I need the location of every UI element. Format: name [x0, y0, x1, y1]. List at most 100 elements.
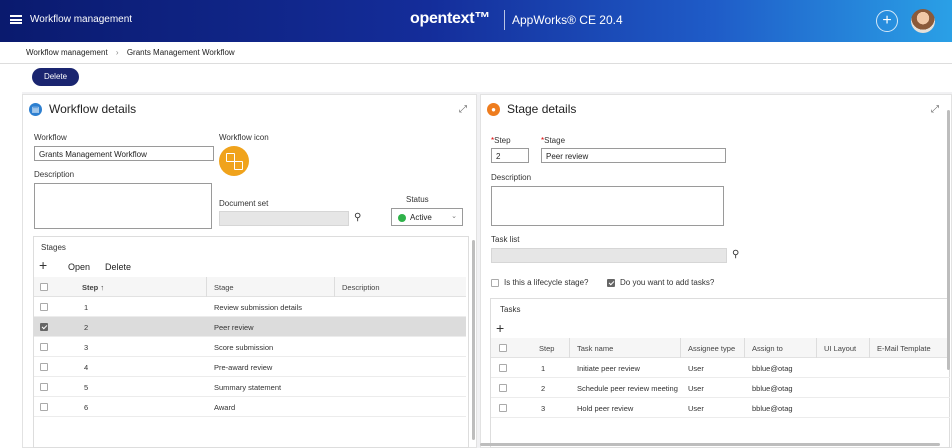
- row-checkbox[interactable]: [40, 403, 48, 411]
- row-checkbox[interactable]: [499, 404, 507, 412]
- stage-label: *Stage: [541, 136, 566, 145]
- app-header: Workflow management opentext™ AppWorks® …: [0, 0, 952, 42]
- task-list-field[interactable]: [491, 248, 727, 263]
- step-cell: 3: [541, 404, 546, 413]
- status-value: Active: [410, 213, 432, 222]
- workflow-icon[interactable]: [219, 146, 249, 176]
- scrollbar[interactable]: [480, 443, 940, 446]
- stage-cell: Score submission: [214, 343, 274, 352]
- table-row[interactable]: 2 Schedule peer review meeting User bblue@o…: [491, 378, 950, 398]
- step-cell: 1: [541, 364, 546, 373]
- product-name: AppWorks® CE 20.4: [512, 13, 623, 27]
- stages-title: Stages: [41, 243, 66, 252]
- document-set-field[interactable]: [219, 211, 349, 226]
- column-header-stage[interactable]: Stage: [214, 283, 234, 292]
- column-divider: [334, 277, 335, 297]
- table-row[interactable]: 6 Award: [34, 397, 466, 417]
- table-row[interactable]: 5 Summary statement: [34, 377, 466, 397]
- stage-cell: Review submission details: [214, 303, 302, 312]
- document-set-label: Document set: [219, 199, 269, 208]
- stage-description-field[interactable]: [491, 186, 724, 226]
- row-checkbox[interactable]: [40, 343, 48, 351]
- delete-stage-button[interactable]: Delete: [105, 262, 131, 272]
- column-header-step[interactable]: Step ↑: [82, 283, 104, 292]
- add-tasks-label: Do you want to add tasks?: [620, 278, 715, 287]
- panel-title: Stage details: [507, 102, 577, 116]
- status-label: Status: [406, 195, 429, 204]
- row-checkbox[interactable]: [40, 383, 48, 391]
- open-stage-button[interactable]: Open: [68, 262, 90, 272]
- assignee-type-cell: User: [688, 404, 704, 413]
- column-divider: [206, 277, 207, 297]
- table-row[interactable]: 1 Review submission details: [34, 297, 466, 317]
- column-header-assign-to[interactable]: Assign to: [752, 344, 783, 353]
- scrollbar[interactable]: [472, 240, 475, 440]
- breadcrumb-item-current: Grants Management Workflow: [126, 48, 235, 57]
- row-checkbox[interactable]: [40, 303, 48, 311]
- step-cell: 2: [541, 384, 546, 393]
- assign-to-cell: bblue@otag: [752, 404, 793, 413]
- expand-icon[interactable]: ⤢: [459, 104, 467, 115]
- add-stage-icon[interactable]: +: [39, 257, 47, 273]
- task-name-cell: Hold peer review: [577, 404, 634, 413]
- select-all-checkbox[interactable]: [40, 283, 48, 291]
- column-header-step[interactable]: Step: [539, 344, 554, 353]
- column-header-task-name[interactable]: Task name: [577, 344, 613, 353]
- column-divider: [569, 338, 570, 358]
- table-row[interactable]: 4 Pre-award review: [34, 357, 466, 377]
- column-header-description[interactable]: Description: [342, 283, 380, 292]
- search-icon[interactable]: ⚲: [732, 249, 739, 260]
- status-select[interactable]: Active ⌄: [391, 208, 463, 226]
- table-row[interactable]: 1 Initiate peer review User bblue@otag: [491, 358, 950, 378]
- row-checkbox[interactable]: [40, 363, 48, 371]
- step-cell: 6: [84, 403, 89, 412]
- workflow-icon-label: Workflow icon: [219, 133, 269, 142]
- stage-cell: Summary statement: [214, 383, 282, 392]
- table-row[interactable]: 3 Hold peer review User bblue@otag: [491, 398, 950, 418]
- breadcrumb: Workflow management › Grants Management …: [0, 42, 952, 64]
- step-field[interactable]: 2: [491, 148, 529, 163]
- step-label: *Step: [491, 136, 511, 145]
- expand-icon[interactable]: ⤢: [931, 104, 939, 115]
- table-row[interactable]: 2 Peer review: [34, 317, 466, 337]
- description-field[interactable]: [34, 183, 212, 229]
- table-row[interactable]: 3 Score submission: [34, 337, 466, 357]
- stage-icon: ●: [487, 103, 500, 116]
- column-divider: [744, 338, 745, 358]
- assignee-type-cell: User: [688, 364, 704, 373]
- tasks-title: Tasks: [500, 305, 521, 314]
- avatar[interactable]: [911, 9, 935, 33]
- column-header-assignee-type[interactable]: Assignee type: [688, 344, 735, 353]
- add-tasks-checkbox[interactable]: [607, 279, 615, 287]
- stages-header-row: Step ↑ Stage Description: [34, 277, 466, 297]
- stage-name-field[interactable]: Peer review: [541, 148, 726, 163]
- assignee-type-cell: User: [688, 384, 704, 393]
- stage-cell: Peer review: [214, 323, 254, 332]
- workflow-label: Workflow: [34, 133, 67, 142]
- column-header-email-template[interactable]: E-Mail Template: [877, 344, 931, 353]
- scrollbar[interactable]: [947, 110, 950, 370]
- column-header-ui-layout[interactable]: UI Layout: [824, 344, 856, 353]
- add-icon[interactable]: +: [876, 10, 898, 32]
- app-title: Workflow management: [30, 14, 133, 25]
- panel-title: Workflow details: [49, 102, 137, 116]
- row-checkbox[interactable]: [499, 384, 507, 392]
- select-all-checkbox[interactable]: [499, 344, 507, 352]
- description-label: Description: [34, 170, 75, 179]
- breadcrumb-item-workflow-management[interactable]: Workflow management: [26, 48, 108, 57]
- status-dot-icon: [398, 214, 406, 222]
- delete-button[interactable]: Delete: [32, 68, 79, 86]
- row-checkbox[interactable]: [40, 323, 48, 331]
- add-task-icon[interactable]: +: [496, 320, 504, 336]
- chevron-down-icon: ⌄: [451, 213, 457, 220]
- row-checkbox[interactable]: [499, 364, 507, 372]
- search-icon[interactable]: ⚲: [354, 212, 361, 223]
- task-name-cell: Initiate peer review: [577, 364, 640, 373]
- workflow-name-field[interactable]: Grants Management Workflow: [34, 146, 214, 161]
- lifecycle-checkbox[interactable]: [491, 279, 499, 287]
- step-label-text: Step: [494, 136, 511, 145]
- description-label: Description: [491, 173, 532, 182]
- document-icon: ▤: [29, 103, 42, 116]
- menu-icon[interactable]: [10, 15, 22, 24]
- assign-to-cell: bblue@otag: [752, 384, 793, 393]
